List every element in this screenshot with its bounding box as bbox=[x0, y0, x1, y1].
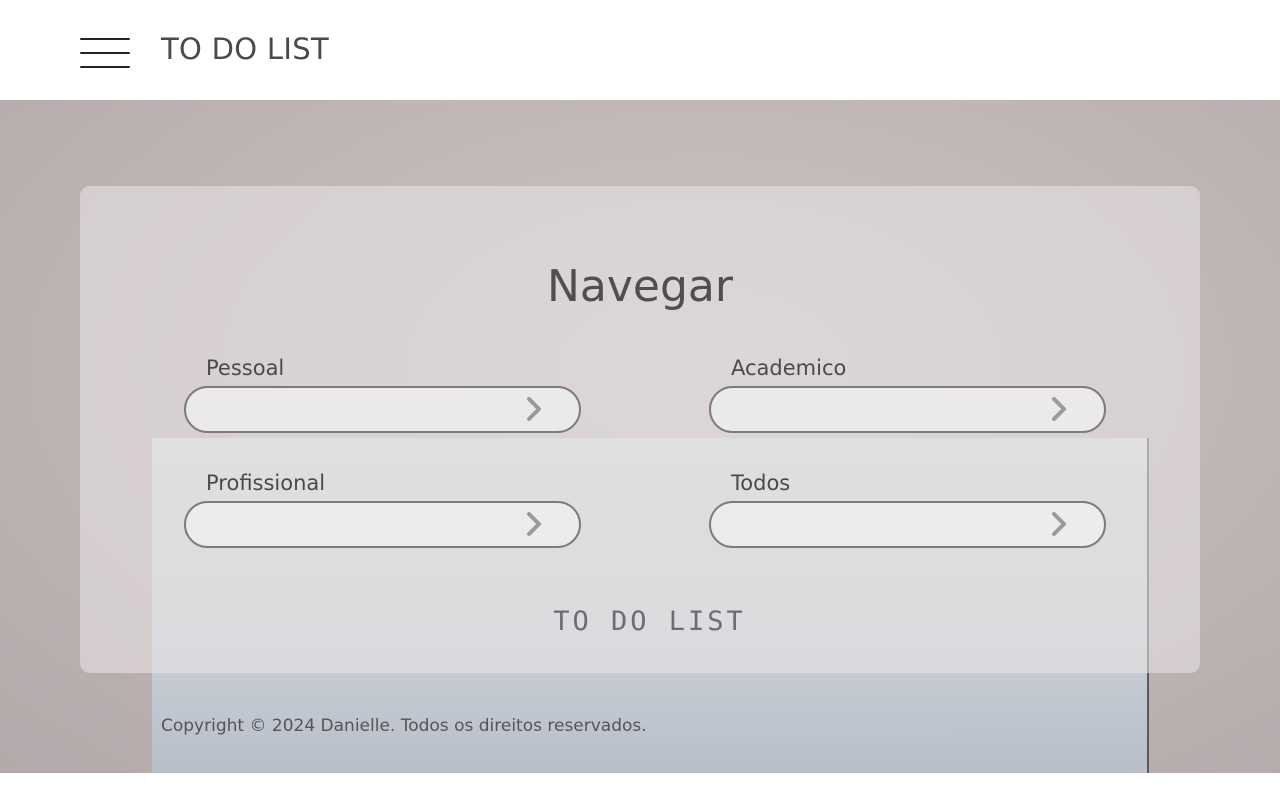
background-paper-line bbox=[650, 735, 950, 736]
nav-academico-button[interactable] bbox=[709, 386, 1106, 433]
label-profissional: Profissional bbox=[206, 471, 326, 495]
copyright-text: Copyright © 2024 Danielle. Todos os dire… bbox=[161, 716, 647, 736]
nav-todos-button[interactable] bbox=[709, 501, 1106, 548]
panel-footer-brand: TO DO LIST bbox=[553, 606, 746, 637]
hamburger-menu-icon[interactable] bbox=[80, 36, 130, 70]
page-bottom-strip bbox=[0, 773, 1280, 800]
navigation-panel: Navegar Pessoal Academico Profissional T… bbox=[80, 186, 1200, 673]
label-academico: Academico bbox=[731, 356, 847, 380]
chevron-right-icon bbox=[1052, 512, 1066, 536]
chevron-right-icon bbox=[527, 397, 541, 421]
app-title: TO DO LIST bbox=[161, 32, 329, 66]
label-todos: Todos bbox=[731, 471, 791, 495]
nav-profissional-button[interactable] bbox=[184, 501, 581, 548]
top-header: TO DO LIST bbox=[0, 0, 1280, 100]
panel-title: Navegar bbox=[547, 261, 733, 312]
label-pessoal: Pessoal bbox=[206, 356, 285, 380]
nav-pessoal-button[interactable] bbox=[184, 386, 581, 433]
hero-background: Navegar Pessoal Academico Profissional T… bbox=[0, 100, 1280, 773]
chevron-right-icon bbox=[527, 512, 541, 536]
chevron-right-icon bbox=[1052, 397, 1066, 421]
